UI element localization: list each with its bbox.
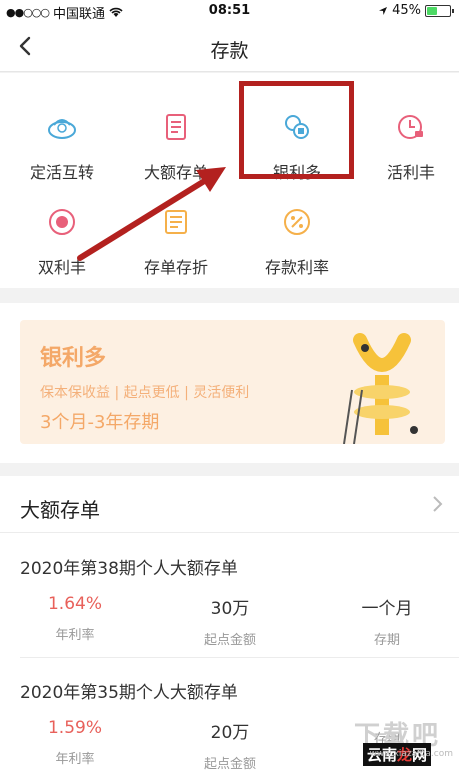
section-header[interactable]: 大额存单 xyxy=(0,476,459,533)
rate-value: 1.59% xyxy=(47,718,102,738)
watermark-url: www.xiazaiba.com xyxy=(369,749,453,759)
product-name: 2020年第35期个人大额存单 xyxy=(20,683,238,703)
grid-label: 双利丰 xyxy=(37,258,86,277)
banner-title: 银利多 xyxy=(40,346,107,371)
promo-banner[interactable]: 银利多 保本保收益 | 起点更低 | 灵活便利 3个月-3年存期 xyxy=(20,320,445,444)
clock-coin-icon xyxy=(398,115,423,139)
banner-subtitle: 保本保收益 | 起点更低 | 灵活便利 xyxy=(40,385,250,401)
term-column: 一个月 存期 xyxy=(317,594,457,648)
product-name: 2020年第38期个人大额存单 xyxy=(20,559,238,579)
rate-label: 年利率 xyxy=(55,628,95,643)
grid-label: 存单存折 xyxy=(143,258,208,277)
battery-fill xyxy=(427,6,437,15)
watermark: 下载吧 云南龙网 www.xiazaiba.com xyxy=(323,715,453,767)
status-bar: ●●○○○ 中国联通 08:51 45% xyxy=(0,0,459,22)
grid-item-dinghuo[interactable]: 定活互转 xyxy=(6,83,118,182)
amount-value: 20万 xyxy=(210,723,250,743)
location-icon xyxy=(379,6,388,15)
passbook-icon xyxy=(165,210,187,234)
term-value: 一个月 xyxy=(361,599,413,619)
double-coin-icon xyxy=(49,209,75,235)
banner-term: 3个月-3年存期 xyxy=(40,412,160,433)
rate-value: 1.64% xyxy=(47,594,102,614)
amount-column: 30万 起点金额 xyxy=(160,594,300,648)
nav-bar: 存款 xyxy=(0,22,459,72)
amount-value: 30万 xyxy=(210,599,250,619)
deposit-transfer-icon xyxy=(48,119,76,139)
product-item[interactable]: 2020年第38期个人大额存单 1.64% 年利率 30万 起点金额 一个月 存… xyxy=(0,534,459,658)
chevron-right-icon[interactable] xyxy=(431,494,445,514)
grid-item-rates[interactable]: 存款利率 xyxy=(241,178,353,277)
grid-label: 存款利率 xyxy=(264,258,329,277)
function-grid: 定活互转 大额存单 银利多 活利丰 双利丰 存单存折 存款利率 xyxy=(0,73,459,288)
rate-label: 年利率 xyxy=(55,752,95,767)
amount-column: 20万 起点金额 xyxy=(160,718,300,771)
grid-item-passbook[interactable]: 存单存折 xyxy=(120,178,232,277)
highlight-box xyxy=(239,81,354,179)
grid-item-shuanglifeng[interactable]: 双利丰 xyxy=(6,178,118,277)
grid-label: 活利丰 xyxy=(386,163,435,182)
section-title: 大额存单 xyxy=(20,498,100,522)
page-title: 存款 xyxy=(210,40,249,62)
document-icon xyxy=(166,114,186,140)
term-label: 存期 xyxy=(373,633,400,648)
rate-column: 1.64% 年利率 xyxy=(5,594,145,643)
status-right: 45% xyxy=(378,3,454,18)
percent-icon xyxy=(284,209,310,235)
grid-item-huolifeng[interactable]: 活利丰 xyxy=(355,83,459,182)
grid-item-large-deposit[interactable]: 大额存单 xyxy=(120,83,232,182)
amount-label: 起点金额 xyxy=(203,633,256,648)
promo-section: 银利多 保本保收益 | 起点更低 | 灵活便利 3个月-3年存期 xyxy=(0,303,459,463)
rate-column: 1.59% 年利率 xyxy=(5,718,145,767)
battery-percent: 45% xyxy=(392,3,421,18)
battery-icon xyxy=(425,4,454,17)
coin-illustration-icon xyxy=(343,333,418,444)
amount-label: 起点金额 xyxy=(203,757,256,771)
